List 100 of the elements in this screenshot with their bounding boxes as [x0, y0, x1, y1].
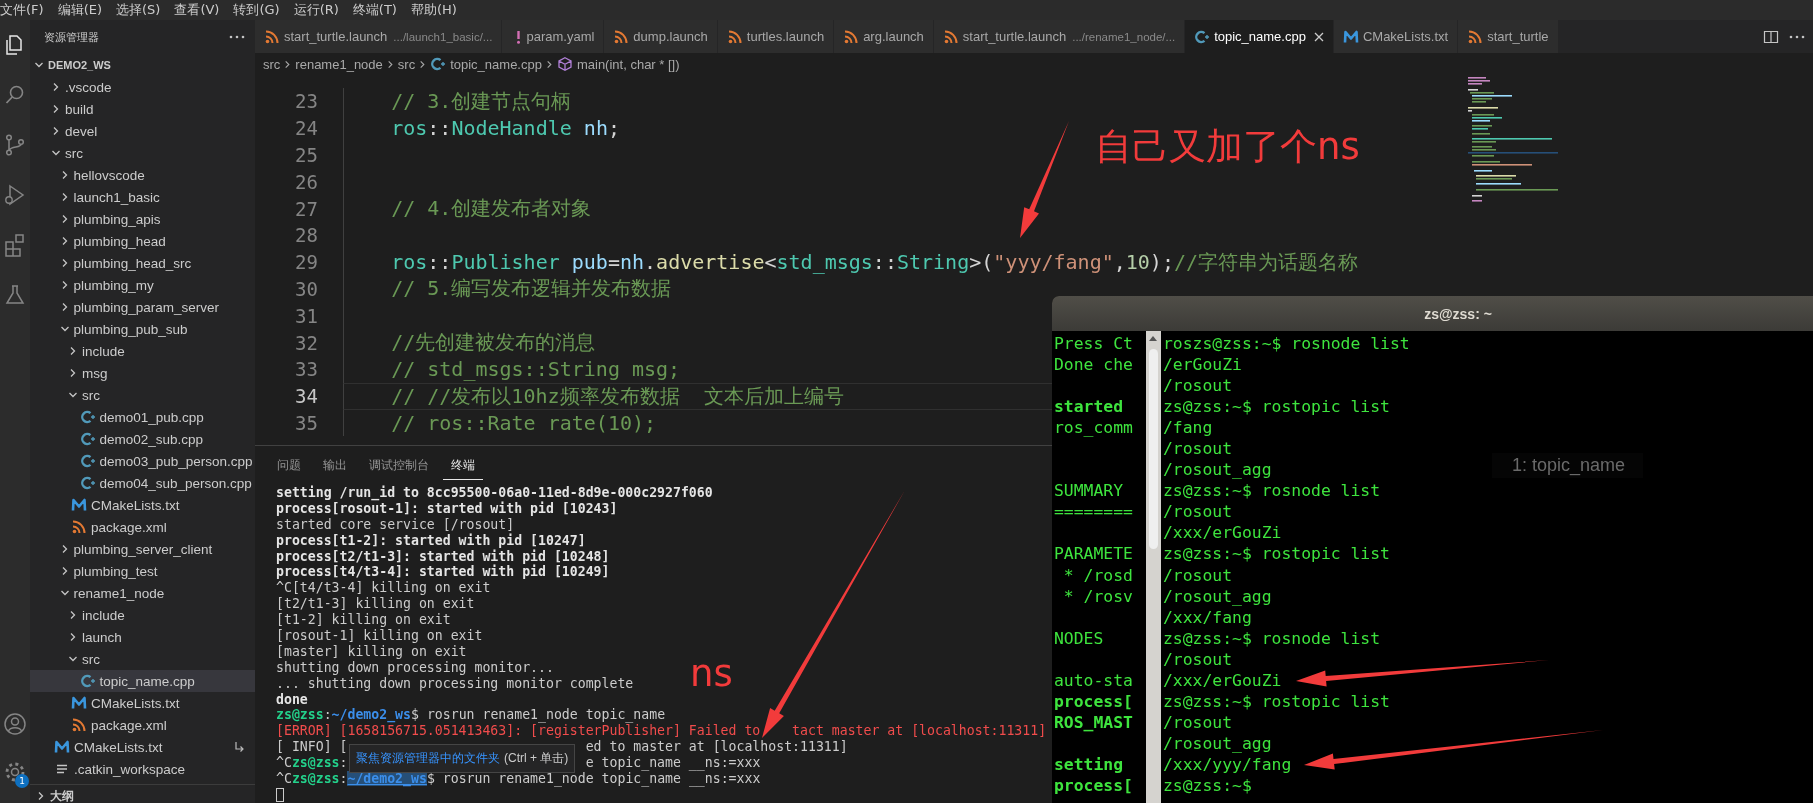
panel-tab[interactable]: 输出 [315, 451, 355, 480]
terminal-select[interactable]: 1: topic_name [1492, 453, 1644, 478]
flask-icon[interactable] [3, 283, 27, 307]
settings-icon[interactable] [3, 760, 27, 784]
tree-item[interactable]: .catkin_workspace [30, 758, 255, 780]
tree-item[interactable]: CMakeLists.txt [30, 494, 255, 516]
editor-tab[interactable]: turtles.launch [717, 20, 835, 53]
line-number: 24 [294, 117, 318, 140]
editor-tab[interactable]: param.yaml [502, 20, 605, 53]
breadcrumb-item[interactable]: topic_name.cpp [430, 56, 542, 72]
scrollbar-thumb[interactable] [1149, 349, 1158, 549]
chevron-right-icon[interactable] [36, 791, 46, 801]
tooltip-link[interactable]: 聚焦资源管理器中的文件夹 [356, 750, 500, 767]
tree-item[interactable]: src [30, 648, 255, 670]
chevron-down-icon[interactable] [34, 60, 44, 70]
chevron-right-icon[interactable] [68, 368, 78, 378]
tree-item[interactable]: plumbing_server_client [30, 538, 255, 560]
panel-tab[interactable]: 问题 [269, 451, 309, 480]
tree-item[interactable]: demo02_sub.cpp [30, 428, 255, 450]
more-icon[interactable] [229, 35, 245, 39]
tree-item[interactable]: launch [30, 626, 255, 648]
account-icon[interactable] [3, 712, 27, 736]
chevron-down-icon[interactable] [51, 148, 61, 158]
terminal-line: auto-sta [1054, 669, 1134, 691]
tree-item[interactable]: CMakeLists.txt [30, 692, 255, 714]
workspace-header[interactable]: DEMO2_WS [30, 54, 255, 76]
tree-item[interactable]: plumbing_my [30, 274, 255, 296]
editor-tab[interactable]: arg.launch [834, 20, 934, 53]
chevron-right-icon[interactable] [68, 610, 78, 620]
tree-item[interactable]: plumbing_head [30, 230, 255, 252]
source-control-icon[interactable] [3, 133, 27, 157]
split-editor-icon[interactable] [1763, 28, 1779, 45]
c-plus-icon [79, 431, 96, 447]
line-number: 30 [294, 277, 318, 300]
panel-tab[interactable]: 终端 [443, 451, 483, 480]
chevron-right-icon [283, 59, 293, 69]
terminal-line: /fang [1163, 417, 1214, 439]
c-plus-icon [1194, 28, 1211, 45]
breadcrumb-item[interactable]: src [397, 56, 416, 72]
menu-item[interactable]: 终端(T) [352, 1, 397, 19]
editor-tab[interactable]: start_turtle [1458, 20, 1559, 53]
tab-path: .../rename1_node/... [1072, 30, 1176, 43]
tree-item[interactable]: rename1_node [30, 582, 255, 604]
menu-item[interactable]: 帮助(H) [410, 1, 457, 19]
tree-item[interactable]: src [30, 142, 255, 164]
tree-item[interactable]: plumbing_pub_sub [30, 318, 255, 340]
more-icon[interactable] [1789, 34, 1805, 39]
editor-tab[interactable]: dump.launch [604, 20, 718, 53]
panel-tab[interactable]: 调试控制台 [361, 451, 437, 480]
scrollbar[interactable] [1146, 331, 1161, 803]
chevron-down-icon[interactable] [68, 390, 78, 400]
tree-item[interactable]: launch1_basic [30, 186, 255, 208]
breadcrumb-item[interactable]: rename1_node [295, 56, 383, 72]
tree-item[interactable]: plumbing_apis [30, 208, 255, 230]
m-icon [71, 695, 87, 711]
tree-item[interactable]: include [30, 604, 255, 626]
tree-item[interactable]: devel [30, 120, 255, 142]
chevron-down-icon[interactable] [59, 324, 70, 334]
editor-tab[interactable]: start_turtle.launch .../launch1_basic/... [255, 20, 503, 53]
tree-item[interactable]: .vscode [30, 76, 255, 98]
tree-item[interactable]: src [30, 384, 255, 406]
editor-tab[interactable]: CMakeLists.txt [1333, 20, 1459, 53]
breadcrumb-item[interactable]: src [263, 56, 281, 72]
editor-tab[interactable]: topic_name.cpp [1185, 20, 1334, 53]
menu-item[interactable]: 查看(V) [174, 1, 220, 19]
run-debug-icon[interactable] [3, 183, 27, 207]
tree-item[interactable]: plumbing_head_src [30, 252, 255, 274]
chevron-down-icon[interactable] [68, 654, 78, 664]
menu-item[interactable]: 文件(F) [0, 1, 44, 19]
tree-item[interactable]: CMakeLists.txt [30, 736, 255, 758]
link-arrow-icon [233, 741, 245, 753]
tree-item[interactable]: topic_name.cpp [30, 670, 255, 692]
menu-item[interactable]: 转到(G) [233, 1, 280, 19]
chevron-right-icon[interactable] [68, 346, 78, 356]
chevron-right-icon[interactable] [68, 632, 78, 642]
tree-item[interactable]: demo01_pub.cpp [30, 406, 255, 428]
tree-item[interactable]: plumbing_param_server [30, 296, 255, 318]
menu-item[interactable]: 运行(R) [293, 1, 339, 19]
close-icon[interactable] [1313, 31, 1324, 42]
tree-item[interactable]: demo04_sub_person.cpp [30, 472, 255, 494]
outline-header[interactable]: 大纲 [30, 784, 255, 803]
menu-item[interactable]: 编辑(E) [57, 1, 102, 19]
tree-item[interactable]: include [30, 340, 255, 362]
tree-item[interactable]: package.xml [30, 516, 255, 538]
terminal-line: /rosout_agg [1163, 459, 1273, 481]
chevron-right-icon[interactable] [51, 126, 61, 136]
tree-item[interactable]: hellovscode [30, 164, 255, 186]
chevron-right-icon[interactable] [51, 82, 61, 92]
chevron-right-icon[interactable] [51, 104, 61, 114]
extensions-icon[interactable] [3, 233, 27, 257]
tree-item[interactable]: plumbing_test [30, 560, 255, 582]
tree-item[interactable]: build [30, 98, 255, 120]
chevron-down-icon[interactable] [59, 588, 70, 598]
menu-item[interactable]: 选择(S) [116, 1, 161, 19]
tree-item[interactable]: package.xml [30, 714, 255, 736]
editor-tab[interactable]: start_turtle.launch .../rename1_node/... [933, 20, 1186, 53]
tree-item[interactable]: msg [30, 362, 255, 384]
up-arrow-icon[interactable] [1148, 334, 1158, 342]
breadcrumb-item[interactable]: main(int, char * []) [556, 56, 680, 72]
tree-item[interactable]: demo03_pub_person.cpp [30, 450, 255, 472]
